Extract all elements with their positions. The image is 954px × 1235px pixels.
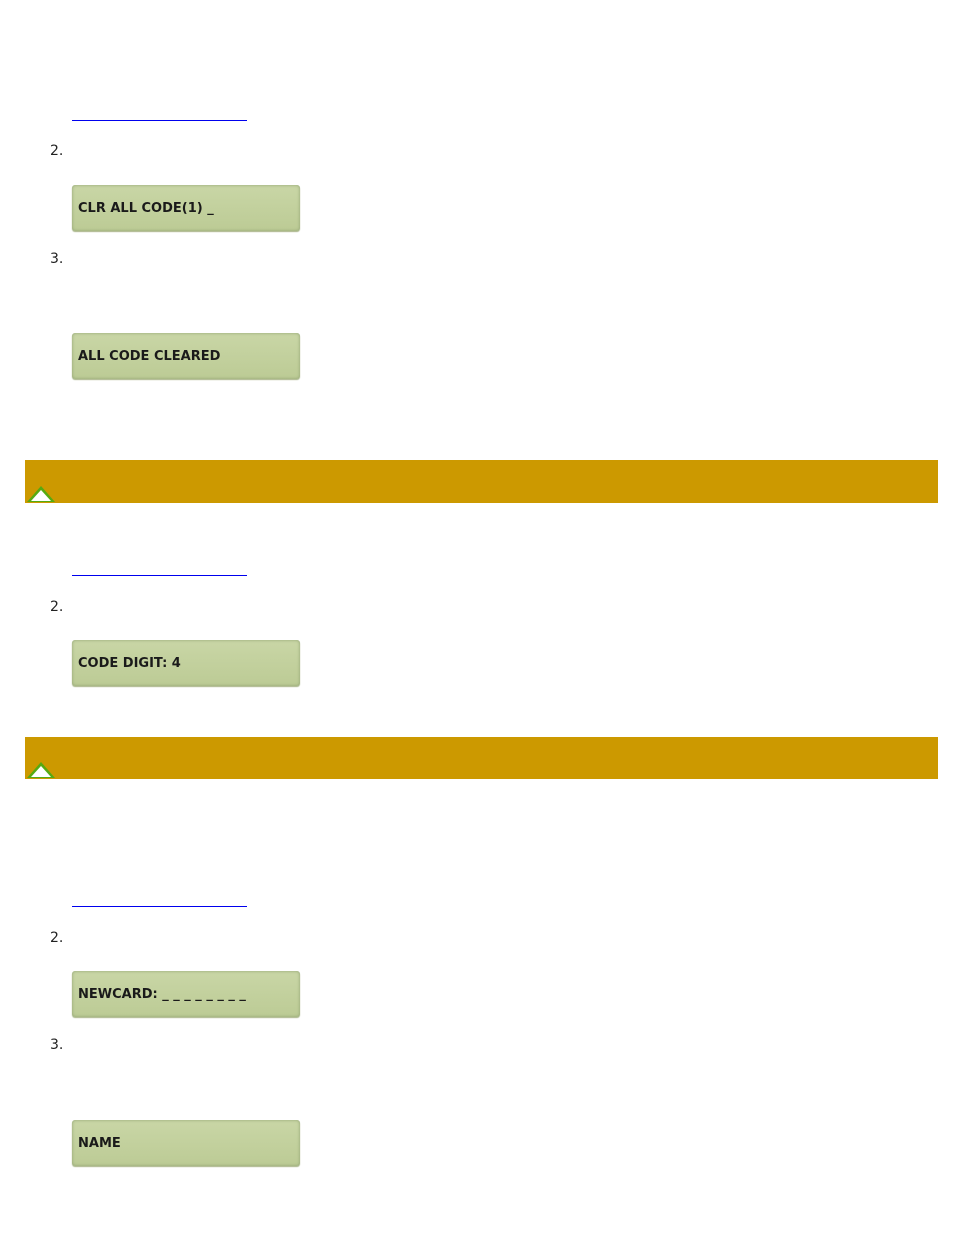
- lcd-text: CLR ALL CODE(1) _: [78, 200, 214, 216]
- lcd-text: ALL CODE CLEARED: [78, 348, 221, 364]
- up-triangle-icon[interactable]: [27, 762, 55, 778]
- link[interactable]: [72, 575, 247, 576]
- step-number: 2.: [50, 930, 64, 946]
- lcd-display: NAME: [72, 1120, 300, 1166]
- step-number: 3.: [50, 251, 64, 267]
- step-number: 3.: [50, 1037, 64, 1053]
- section-header-bar: [25, 737, 938, 779]
- lcd-display: ALL CODE CLEARED: [72, 333, 300, 379]
- lcd-text: NAME: [78, 1135, 121, 1151]
- section-header-bar: [25, 460, 938, 503]
- lcd-display: CODE DIGIT: 4: [72, 640, 300, 686]
- lcd-text: NEWCARD: _ _ _ _ _ _ _ _: [78, 986, 246, 1002]
- up-triangle-icon[interactable]: [27, 486, 55, 502]
- lcd-text: CODE DIGIT: 4: [78, 655, 181, 671]
- lcd-display: NEWCARD: _ _ _ _ _ _ _ _: [72, 971, 300, 1017]
- step-number: 2.: [50, 599, 64, 615]
- link[interactable]: [72, 906, 247, 907]
- lcd-display: CLR ALL CODE(1) _: [72, 185, 300, 231]
- step-number: 2.: [50, 143, 64, 159]
- link[interactable]: [72, 120, 247, 121]
